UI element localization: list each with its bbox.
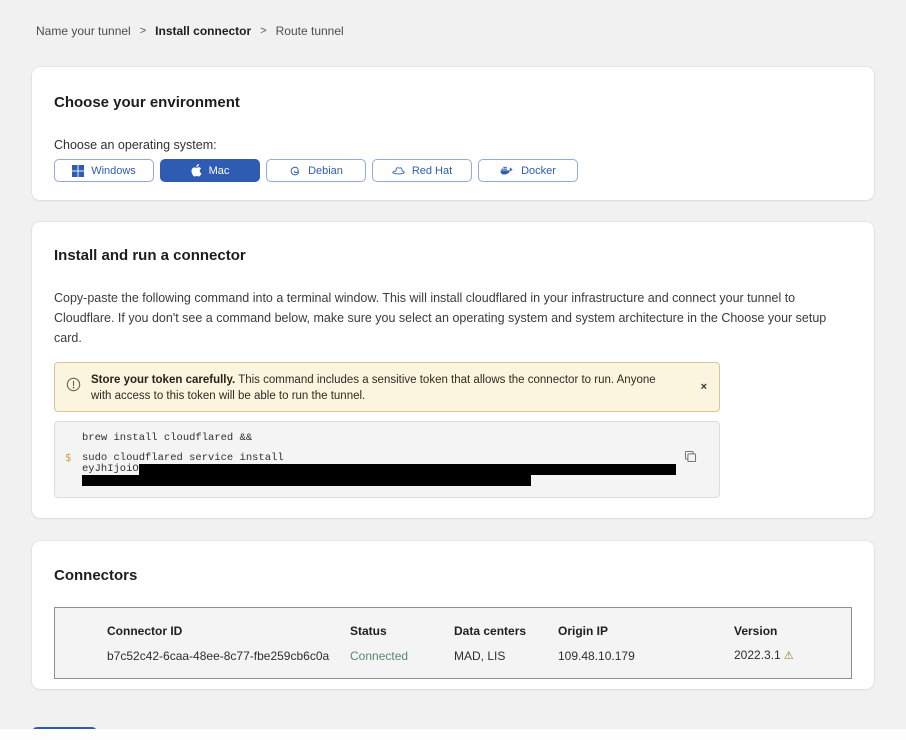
- table-header-row: Connector ID Status Data centers Origin …: [107, 624, 841, 638]
- os-select-label: Choose an operating system:: [54, 138, 852, 152]
- token-warning-banner: Store your token carefully. This command…: [54, 362, 720, 412]
- breadcrumb-item-route-tunnel[interactable]: Route tunnel: [276, 24, 344, 38]
- code-line-1: brew install cloudflared &&: [65, 433, 705, 444]
- page: Name your tunnel > Install connector > R…: [0, 0, 906, 740]
- os-button-label: Mac: [209, 165, 230, 177]
- copy-command-button[interactable]: [684, 450, 697, 463]
- windows-icon: [72, 165, 84, 177]
- version-value: 2022.3.1: [734, 648, 781, 662]
- cell-origin-ip: 109.48.10.179: [558, 649, 734, 663]
- install-card-description: Copy-paste the following command into a …: [54, 288, 852, 348]
- os-button-label: Docker: [521, 165, 556, 177]
- connectors-card-title: Connectors: [54, 567, 852, 584]
- info-icon: [66, 377, 81, 392]
- connectors-table: Connector ID Status Data centers Origin …: [54, 607, 852, 679]
- docker-icon: [500, 165, 514, 176]
- token-prefix: eyJhIjoiO: [82, 464, 139, 475]
- breadcrumb-separator: >: [260, 25, 266, 37]
- status-badge: Connected: [350, 649, 454, 663]
- code-line-3: eyJhIjoiO: [65, 464, 705, 475]
- col-header-data-centers: Data centers: [454, 624, 558, 638]
- col-header-connector-id: Connector ID: [107, 624, 350, 638]
- redhat-icon: [392, 165, 405, 176]
- code-line-4: [65, 475, 705, 486]
- col-header-version: Version: [734, 624, 841, 638]
- cell-version: 2022.3.1⚠: [734, 648, 841, 663]
- os-button-label: Debian: [308, 165, 343, 177]
- version-warning-icon: ⚠: [784, 650, 794, 662]
- os-button-label: Red Hat: [412, 165, 452, 177]
- bottom-strip: [0, 729, 906, 740]
- token-warning-text: Store your token carefully. This command…: [91, 370, 669, 404]
- os-button-mac[interactable]: Mac: [160, 159, 260, 182]
- code-line-2: $sudo cloudflared service install: [65, 453, 705, 464]
- os-button-redhat[interactable]: Red Hat: [372, 159, 472, 182]
- redacted-token-bar: [82, 475, 531, 486]
- install-connector-card: Install and run a connector Copy-paste t…: [32, 222, 874, 518]
- breadcrumb-item-name-your-tunnel[interactable]: Name your tunnel: [36, 24, 131, 38]
- close-warning-button[interactable]: ×: [701, 381, 707, 393]
- copy-icon: [684, 451, 697, 466]
- col-header-origin-ip: Origin IP: [558, 624, 734, 638]
- cell-connector-id: b7c52c42-6caa-48ee-8c77-fbe259cb6c0a: [107, 649, 350, 663]
- token-warning-bold: Store your token carefully.: [91, 374, 235, 386]
- shell-prompt: $: [65, 453, 82, 464]
- os-button-docker[interactable]: Docker: [478, 159, 578, 182]
- os-button-windows[interactable]: Windows: [54, 159, 154, 182]
- environment-card-title: Choose your environment: [54, 94, 852, 111]
- install-command-codeblock: brew install cloudflared && $sudo cloudf…: [54, 421, 720, 498]
- col-header-status: Status: [350, 624, 454, 638]
- connectors-card: Connectors Connector ID Status Data cent…: [32, 541, 874, 689]
- breadcrumb-separator: >: [140, 25, 146, 37]
- breadcrumb: Name your tunnel > Install connector > R…: [32, 0, 874, 38]
- os-button-label: Windows: [91, 165, 136, 177]
- redacted-token-bar: [139, 464, 676, 475]
- table-row: b7c52c42-6caa-48ee-8c77-fbe259cb6c0a Con…: [107, 648, 841, 663]
- debian-icon: [289, 165, 301, 177]
- os-button-group: Windows Mac Debian Red Hat: [54, 159, 852, 182]
- choose-environment-card: Choose your environment Choose an operat…: [32, 67, 874, 200]
- cell-data-centers: MAD, LIS: [454, 649, 558, 663]
- os-button-debian[interactable]: Debian: [266, 159, 366, 182]
- install-card-title: Install and run a connector: [54, 247, 852, 264]
- breadcrumb-item-install-connector[interactable]: Install connector: [155, 24, 251, 38]
- apple-icon: [191, 164, 202, 177]
- code-text: brew install cloudflared &&: [82, 433, 252, 444]
